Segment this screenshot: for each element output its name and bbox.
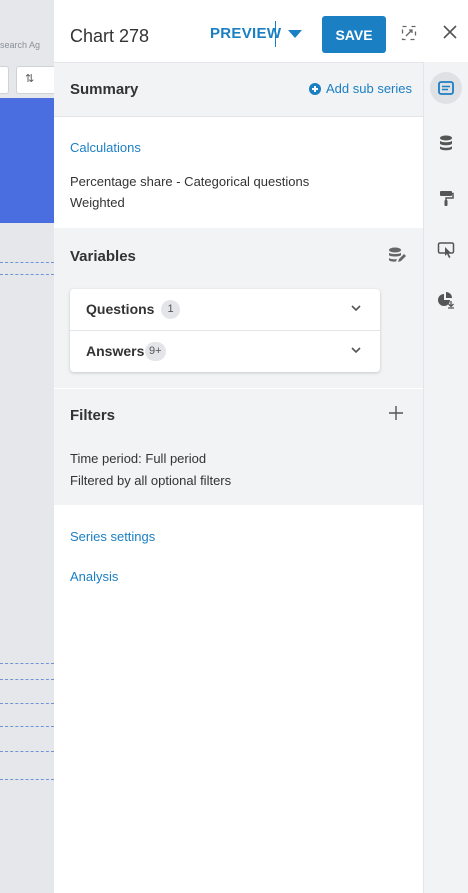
plus-circle-icon xyxy=(309,82,321,95)
analysis-link[interactable]: Analysis xyxy=(70,569,118,584)
filter-detail: Filtered by all optional filters xyxy=(70,473,232,488)
database-icon xyxy=(440,135,452,151)
background-gridline xyxy=(0,663,54,664)
background-gridline xyxy=(0,726,54,727)
filter-detail: Time period: Full period xyxy=(70,451,207,466)
add-filter-icon[interactable] xyxy=(388,405,404,421)
filters-section: Filters Time period: Full period Filtere… xyxy=(54,389,423,505)
interaction-tab[interactable] xyxy=(430,234,462,266)
background-search-text: search Ag xyxy=(0,40,41,50)
questions-row[interactable]: Questions 1 xyxy=(70,289,380,331)
right-icon-rail xyxy=(423,62,468,893)
background-gridline xyxy=(0,679,54,680)
summary-icon xyxy=(438,81,454,95)
add-sub-series-button[interactable]: Add sub series xyxy=(309,81,412,96)
background-input xyxy=(0,66,9,94)
add-sub-series-label: Add sub series xyxy=(326,81,412,96)
style-tab[interactable] xyxy=(430,182,462,214)
close-icon[interactable] xyxy=(441,23,459,41)
summary-heading: Summary xyxy=(70,81,139,98)
export-tab[interactable] xyxy=(430,284,462,316)
preview-button[interactable]: PREVIEW xyxy=(210,25,281,42)
summary-section-header: Summary Add sub series xyxy=(54,63,423,117)
answers-row[interactable]: Answers 9+ xyxy=(70,331,380,372)
background-sort-control: ⇅ xyxy=(16,66,54,94)
answers-count-badge: 9+ xyxy=(145,342,166,361)
calculation-detail: Percentage share - Categorical questions xyxy=(70,174,310,189)
series-settings-link[interactable]: Series settings xyxy=(70,529,155,544)
chart-title: Chart 278 xyxy=(70,26,150,46)
background-gridline xyxy=(0,274,54,275)
summary-tab[interactable] xyxy=(430,72,462,104)
questions-count-badge: 1 xyxy=(161,300,180,319)
calculations-link[interactable]: Calculations xyxy=(70,140,141,155)
panel-header: Chart 278 PREVIEW SAVE xyxy=(54,0,423,63)
background-chart-bar xyxy=(0,98,54,223)
background-gridline xyxy=(0,262,54,263)
filters-heading: Filters xyxy=(70,407,116,424)
background-gridline xyxy=(0,703,54,704)
data-tab[interactable] xyxy=(430,127,462,159)
preview-divider xyxy=(275,21,276,47)
save-button[interactable]: SAVE xyxy=(322,16,386,53)
variables-section: Variables Questions 1 Answers 9+ xyxy=(54,228,423,388)
answers-label: Answers xyxy=(86,343,145,359)
chevron-down-icon xyxy=(351,347,361,354)
variables-card: Questions 1 Answers 9+ xyxy=(70,289,380,372)
chart-editor-panel: Chart 278 PREVIEW SAVE Summary Add sub s… xyxy=(54,0,423,893)
preview-dropdown-icon[interactable] xyxy=(288,30,302,38)
chevron-down-icon xyxy=(351,305,361,312)
background-gridline xyxy=(0,779,54,780)
expand-icon[interactable] xyxy=(401,25,417,41)
sort-icon: ⇅ xyxy=(25,73,35,85)
pie-chart-export-icon xyxy=(438,292,454,309)
calculation-detail: Weighted xyxy=(70,195,125,210)
background-app: search Ag ⇅ xyxy=(0,0,54,893)
questions-label: Questions xyxy=(86,301,155,317)
variables-heading: Variables xyxy=(70,248,136,265)
interaction-icon xyxy=(437,242,455,258)
database-edit-icon[interactable] xyxy=(388,246,406,264)
paint-roller-icon xyxy=(440,191,454,206)
background-gridline xyxy=(0,751,54,752)
